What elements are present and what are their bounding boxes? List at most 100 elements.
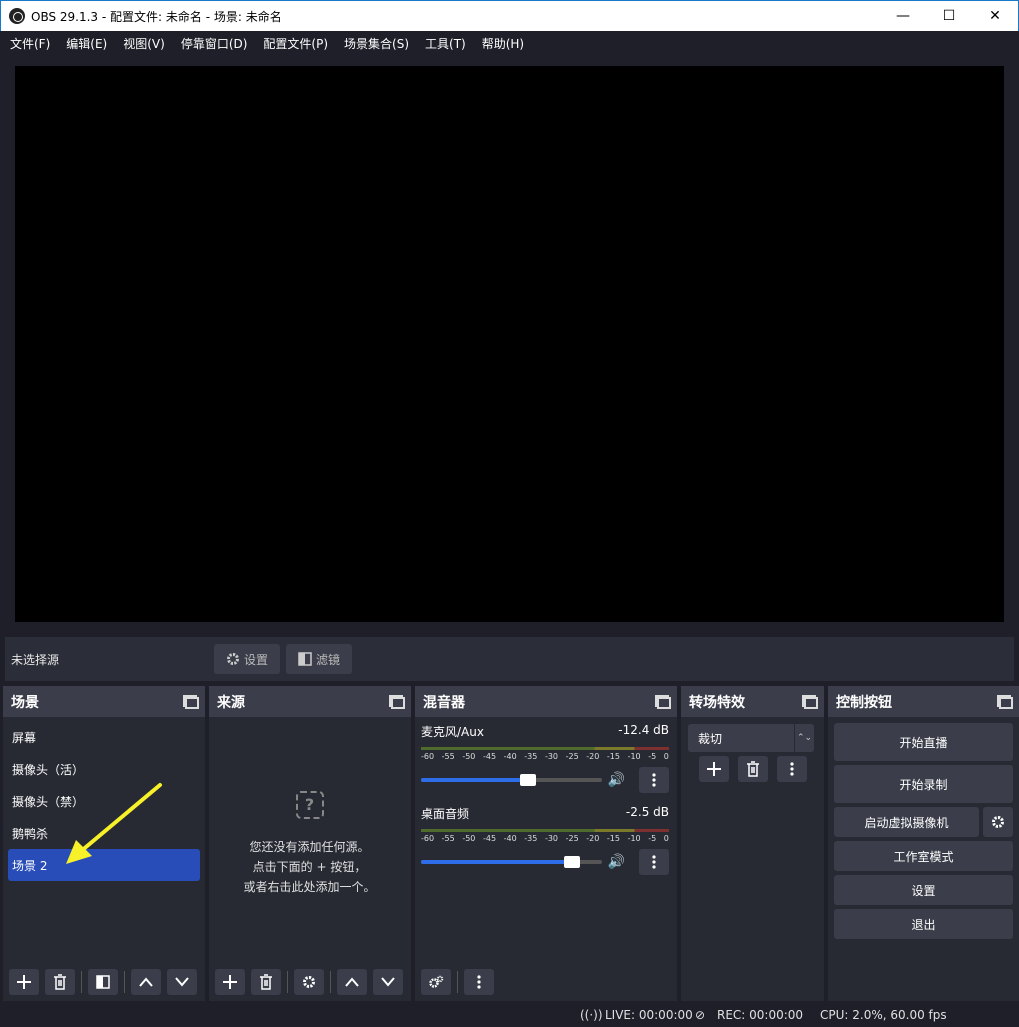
exit-button[interactable]: 退出 — [834, 909, 1013, 939]
studio-mode-button[interactable]: 工作室模式 — [834, 841, 1013, 871]
channel-menu-button[interactable] — [639, 849, 669, 875]
start-streaming-button[interactable]: 开始直播 — [834, 723, 1013, 761]
undock-icon[interactable] — [389, 694, 405, 709]
obs-logo-icon — [9, 8, 25, 24]
transition-selected: 裁切 — [698, 731, 723, 746]
question-icon: ? — [295, 791, 324, 819]
tick-label: -15 — [606, 752, 620, 761]
menu-docks[interactable]: 停靠窗口(D) — [173, 35, 256, 52]
scene-item[interactable]: 摄像头（活） — [3, 753, 205, 785]
source-settings-label: 设置 — [244, 652, 269, 667]
volume-fill — [421, 778, 529, 782]
undock-icon[interactable] — [183, 694, 199, 709]
source-filters-button[interactable]: 滤镜 — [286, 644, 353, 674]
remove-scene-button[interactable] — [45, 969, 75, 995]
title-bar: OBS 29.1.3 - 配置文件: 未命名 - 场景: 未命名 — ☐ ✕ — [0, 0, 1019, 31]
move-source-down-button[interactable] — [373, 969, 403, 995]
tick-label: -35 — [524, 752, 538, 761]
toolbar-divider — [330, 971, 331, 993]
tick-label: -45 — [482, 834, 497, 843]
menu-help[interactable]: 帮助(H) — [474, 35, 532, 52]
move-source-up-button[interactable] — [337, 969, 367, 995]
move-scene-up-button[interactable] — [131, 969, 161, 995]
trash-icon — [746, 761, 759, 777]
advanced-audio-button[interactable] — [421, 969, 451, 995]
mixer-channel: 麦克风/Aux -12.4 dB -60 -55 -50 -45 -40 -35 -30 -25… — [415, 717, 677, 793]
speaker-icon[interactable]: 🔊 — [608, 772, 625, 788]
scene-filters-button[interactable] — [88, 969, 118, 995]
remove-transition-button[interactable] — [737, 756, 768, 782]
live-time: LIVE: 00:00:00 — [605, 1008, 693, 1022]
more-vertical-icon — [789, 762, 794, 776]
tick-label: -5 — [648, 834, 657, 843]
updown-arrow-icon: ⌃⌄ — [794, 724, 814, 752]
tick-label: -60 — [421, 834, 435, 843]
tick-label: -15 — [606, 834, 620, 843]
scene-item[interactable]: 屏幕 — [3, 721, 205, 753]
mixer-menu-button[interactable] — [464, 969, 494, 995]
start-recording-button[interactable]: 开始录制 — [834, 765, 1013, 803]
meter-ticks: -60 -55 -50 -45 -40 -35 -30 -25 -20 -15 -10 -5 0 — [421, 752, 669, 761]
maximize-button[interactable]: ☐ — [926, 1, 972, 31]
scene-item[interactable]: 鹅鸭杀 — [3, 817, 205, 849]
toolbar-divider — [457, 971, 458, 993]
scene-item[interactable]: 摄像头（禁） — [3, 785, 205, 817]
transition-select[interactable]: 裁切 ⌃⌄ — [688, 724, 814, 752]
scene-item-selected[interactable]: 场景 2 — [8, 849, 200, 881]
rec-time: REC: 00:00:00 — [717, 1008, 804, 1022]
menu-bar: 文件(F) 编辑(E) 视图(V) 停靠窗口(D) 配置文件(P) 场景集合(S… — [0, 31, 1019, 56]
menu-profile[interactable]: 配置文件(P) — [255, 35, 336, 52]
channel-name: 麦克风/Aux — [421, 725, 484, 739]
mixer-title: 混音器 — [423, 694, 465, 711]
tick-label: -10 — [627, 752, 641, 761]
tick-label: -50 — [462, 834, 476, 843]
gear-icon — [992, 816, 1004, 828]
menu-file[interactable]: 文件(F) — [2, 35, 58, 52]
trash-icon — [260, 974, 272, 990]
speaker-icon[interactable]: 🔊 — [608, 854, 625, 870]
plus-icon — [706, 762, 721, 776]
volume-knob[interactable] — [520, 774, 537, 786]
add-source-button[interactable] — [215, 969, 245, 995]
tick-label: -50 — [462, 752, 476, 761]
minimize-button[interactable]: — — [880, 1, 926, 31]
menu-view[interactable]: 视图(V) — [115, 35, 173, 52]
tick-label: -5 — [648, 752, 657, 761]
close-button[interactable]: ✕ — [972, 1, 1018, 31]
trash-icon — [54, 974, 66, 990]
window-title: OBS 29.1.3 - 配置文件: 未命名 - 场景: 未命名 — [31, 9, 282, 24]
tick-label: -55 — [441, 752, 455, 761]
more-vertical-icon — [652, 773, 656, 787]
transition-menu-button[interactable] — [776, 756, 807, 782]
source-settings-button[interactable]: 设置 — [214, 644, 281, 674]
status-bar: ((·)) LIVE: 00:00:00 ⊘ REC: 00:00:00 CPU… — [0, 1003, 1019, 1027]
menu-tools[interactable]: 工具(T) — [417, 35, 474, 52]
transitions-dock: 转场特效 裁切 ⌃⌄ — [681, 686, 824, 1001]
settings-button[interactable]: 设置 — [834, 875, 1013, 905]
remove-source-button[interactable] — [251, 969, 281, 995]
add-scene-button[interactable] — [9, 969, 39, 995]
preview-canvas[interactable] — [15, 66, 1004, 622]
virtual-camera-settings-button[interactable] — [983, 807, 1013, 837]
channel-menu-button[interactable] — [639, 767, 669, 793]
volume-slider[interactable] — [421, 774, 602, 786]
add-transition-button[interactable] — [698, 756, 729, 782]
menu-scene-collection[interactable]: 场景集合(S) — [336, 35, 417, 52]
move-scene-down-button[interactable] — [167, 969, 197, 995]
undock-icon[interactable] — [997, 694, 1013, 709]
undock-icon[interactable] — [655, 694, 671, 709]
empty-hint-line2: 点击下面的 + 按钮， — [252, 860, 367, 874]
volume-knob[interactable] — [564, 856, 581, 868]
menu-edit[interactable]: 编辑(E) — [58, 35, 115, 52]
empty-hint-line1: 您还没有添加任何源。 — [249, 840, 370, 854]
start-virtual-camera-button[interactable]: 启动虚拟摄像机 — [834, 807, 979, 837]
tick-label: -45 — [482, 752, 497, 761]
controls-dock: 控制按钮 开始直播 开始录制 启动虚拟摄像机 工作室模式 设置 退出 — [828, 686, 1019, 1001]
source-properties-button[interactable] — [294, 969, 324, 995]
tick-label: -10 — [627, 834, 641, 843]
tick-label: -25 — [565, 752, 579, 761]
undock-icon[interactable] — [802, 694, 818, 709]
filter-icon — [298, 652, 312, 666]
volume-slider[interactable] — [421, 856, 602, 868]
sources-empty-hint[interactable]: ? 您还没有添加任何源。 点击下面的 + 按钮， 或者右击此处添加一个。 — [209, 791, 410, 897]
